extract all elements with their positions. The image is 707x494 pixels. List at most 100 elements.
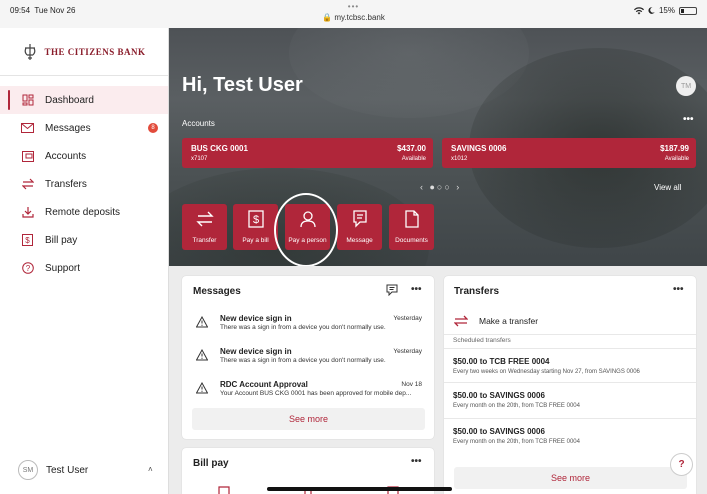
greeting: Hi, Test User bbox=[182, 74, 303, 96]
bill-pay-more-icon[interactable]: ••• bbox=[411, 456, 422, 467]
svg-text:$: $ bbox=[252, 214, 258, 226]
message-icon bbox=[352, 210, 367, 228]
account-name: BUS CKG 0001 bbox=[191, 144, 248, 153]
message-date: Yesterday bbox=[393, 348, 422, 355]
sidebar-item-label: Support bbox=[45, 262, 81, 274]
transfers-see-more-button[interactable]: See more bbox=[454, 467, 687, 489]
user-menu[interactable]: SM Test User ˄ bbox=[0, 446, 168, 494]
scheduled-transfers-label: Scheduled transfers bbox=[453, 337, 511, 344]
browser-menu-dots[interactable]: ••• bbox=[0, 2, 707, 11]
transfer-icon bbox=[21, 178, 34, 191]
message-preview: There was a sign in from a device you do… bbox=[220, 357, 386, 364]
account-number: x1012 bbox=[451, 156, 468, 162]
quick-action-label: Transfer bbox=[192, 237, 217, 244]
balance-label: Available bbox=[664, 156, 689, 162]
battery-percent: 15% bbox=[658, 6, 675, 15]
quick-action-pay-bill[interactable]: $ Pay a bill bbox=[233, 204, 278, 250]
scheduled-transfer-item[interactable]: $50.00 to TCB FREE 0004 Every two weeks … bbox=[453, 357, 693, 375]
accounts-more-icon[interactable]: ••• bbox=[683, 114, 694, 125]
account-balance: $187.99 bbox=[660, 144, 689, 153]
quick-action-transfer[interactable]: Transfer bbox=[182, 204, 227, 250]
transfer-icon bbox=[195, 211, 214, 227]
moon-icon bbox=[648, 7, 655, 14]
help-button[interactable]: ? bbox=[670, 453, 693, 476]
transfer-schedule: Every month on the 20th, from TCB FREE 0… bbox=[453, 439, 580, 445]
transfer-title: $50.00 to TCB FREE 0004 bbox=[453, 357, 550, 366]
messages-card: Messages ••• New device sign in There wa… bbox=[182, 276, 434, 439]
bank-seal-icon bbox=[25, 43, 36, 60]
svg-text:$: $ bbox=[25, 236, 30, 245]
quick-action-message[interactable]: Message bbox=[337, 204, 382, 250]
account-card-savings[interactable]: SAVINGS 0006 x1012 $187.99 Available bbox=[442, 138, 696, 168]
messages-more-icon[interactable]: ••• bbox=[411, 284, 422, 295]
highlight-circle bbox=[274, 193, 338, 266]
profile-avatar[interactable]: TM bbox=[676, 76, 696, 96]
chevron-up-icon: ˄ bbox=[148, 465, 153, 474]
make-transfer-button[interactable]: Make a transfer bbox=[454, 314, 538, 328]
sidebar-item-label: Accounts bbox=[45, 150, 87, 162]
bank-name: The Citizens Bank bbox=[44, 46, 146, 57]
carousel-pager[interactable]: ‹ ●○○ › bbox=[420, 182, 461, 192]
messages-card-title: Messages bbox=[193, 286, 241, 297]
transfer-schedule: Every two weeks on Wednesday starting No… bbox=[453, 369, 640, 375]
transfer-schedule: Every month on the 20th, from TCB FREE 0… bbox=[453, 403, 580, 409]
dashboard-icon bbox=[21, 94, 34, 107]
wifi-icon bbox=[633, 6, 644, 14]
sidebar-item-remote-deposits[interactable]: Remote deposits bbox=[0, 198, 168, 226]
warning-icon bbox=[196, 349, 208, 361]
accounts-heading: Accounts bbox=[182, 119, 215, 128]
unread-badge: 8 bbox=[148, 123, 158, 133]
svg-text:?: ? bbox=[25, 264, 30, 273]
sidebar-item-label: Dashboard bbox=[45, 94, 94, 106]
dashboard-hero: Hi, Test User TM Accounts ••• BUS CKG 00… bbox=[169, 28, 707, 266]
sidebar-nav: Dashboard Messages 8 Accounts Transfers … bbox=[0, 86, 168, 282]
home-indicator[interactable] bbox=[267, 487, 452, 491]
view-all-link[interactable]: View all bbox=[654, 183, 681, 192]
compose-message-icon[interactable] bbox=[386, 284, 398, 296]
sidebar-item-messages[interactable]: Messages 8 bbox=[0, 114, 168, 142]
scheduled-transfer-item[interactable]: $50.00 to SAVINGS 0006 Every month on th… bbox=[453, 427, 693, 445]
make-transfer-label: Make a transfer bbox=[479, 316, 539, 326]
quick-action-label: Pay a bill bbox=[242, 237, 269, 244]
message-preview: There was a sign in from a device you do… bbox=[220, 324, 386, 331]
balance-label: Available bbox=[401, 156, 426, 162]
mail-icon bbox=[21, 122, 34, 135]
message-preview: Your Account BUS CKG 0001 has been appro… bbox=[220, 390, 412, 397]
message-date: Yesterday bbox=[393, 315, 422, 322]
document-icon bbox=[404, 210, 419, 228]
sidebar-item-bill-pay[interactable]: $ Bill pay bbox=[0, 226, 168, 254]
battery-icon bbox=[679, 6, 697, 15]
bank-logo[interactable]: The Citizens Bank bbox=[0, 28, 168, 76]
sidebar: The Citizens Bank Dashboard Messages 8 A… bbox=[0, 28, 169, 494]
scheduled-transfer-item[interactable]: $50.00 to SAVINGS 0006 Every month on th… bbox=[453, 391, 693, 409]
transfers-card: Transfers ••• Make a transfer Scheduled … bbox=[444, 276, 696, 494]
message-title: New device sign in bbox=[220, 314, 292, 323]
transfers-more-icon[interactable]: ••• bbox=[673, 284, 684, 295]
bill-icon: $ bbox=[21, 234, 34, 247]
account-card-bus-ckg[interactable]: BUS CKG 0001 x7107 $437.00 Available bbox=[182, 138, 433, 168]
sidebar-item-transfers[interactable]: Transfers bbox=[0, 170, 168, 198]
messages-see-more-button[interactable]: See more bbox=[192, 408, 425, 430]
bill-pay-card-title: Bill pay bbox=[193, 458, 229, 469]
url-bar[interactable]: 🔒 my.tcbsc.bank bbox=[0, 13, 707, 22]
sidebar-item-accounts[interactable]: Accounts bbox=[0, 142, 168, 170]
quick-action-label: Message bbox=[346, 237, 373, 244]
deposit-icon bbox=[21, 206, 34, 219]
account-balance: $437.00 bbox=[397, 144, 426, 153]
transfer-title: $50.00 to SAVINGS 0006 bbox=[453, 391, 545, 400]
accounts-icon bbox=[21, 150, 34, 163]
sidebar-item-dashboard[interactable]: Dashboard bbox=[0, 86, 168, 114]
account-number: x7107 bbox=[191, 156, 208, 162]
account-name: SAVINGS 0006 bbox=[451, 144, 507, 153]
quick-action-documents[interactable]: Documents bbox=[389, 204, 434, 250]
sidebar-item-label: Bill pay bbox=[45, 234, 78, 246]
bill-icon bbox=[218, 486, 230, 494]
bill-icon: $ bbox=[247, 210, 264, 228]
sidebar-item-support[interactable]: ? Support bbox=[0, 254, 168, 282]
message-date: Nov 18 bbox=[401, 381, 422, 388]
status-bar: 09:54 Tue Nov 26 ••• 🔒 my.tcbsc.bank 15% bbox=[0, 0, 707, 28]
transfers-card-title: Transfers bbox=[454, 286, 500, 297]
quick-action-label: Documents bbox=[395, 237, 428, 244]
warning-icon bbox=[196, 382, 208, 394]
user-avatar: SM bbox=[18, 460, 38, 480]
